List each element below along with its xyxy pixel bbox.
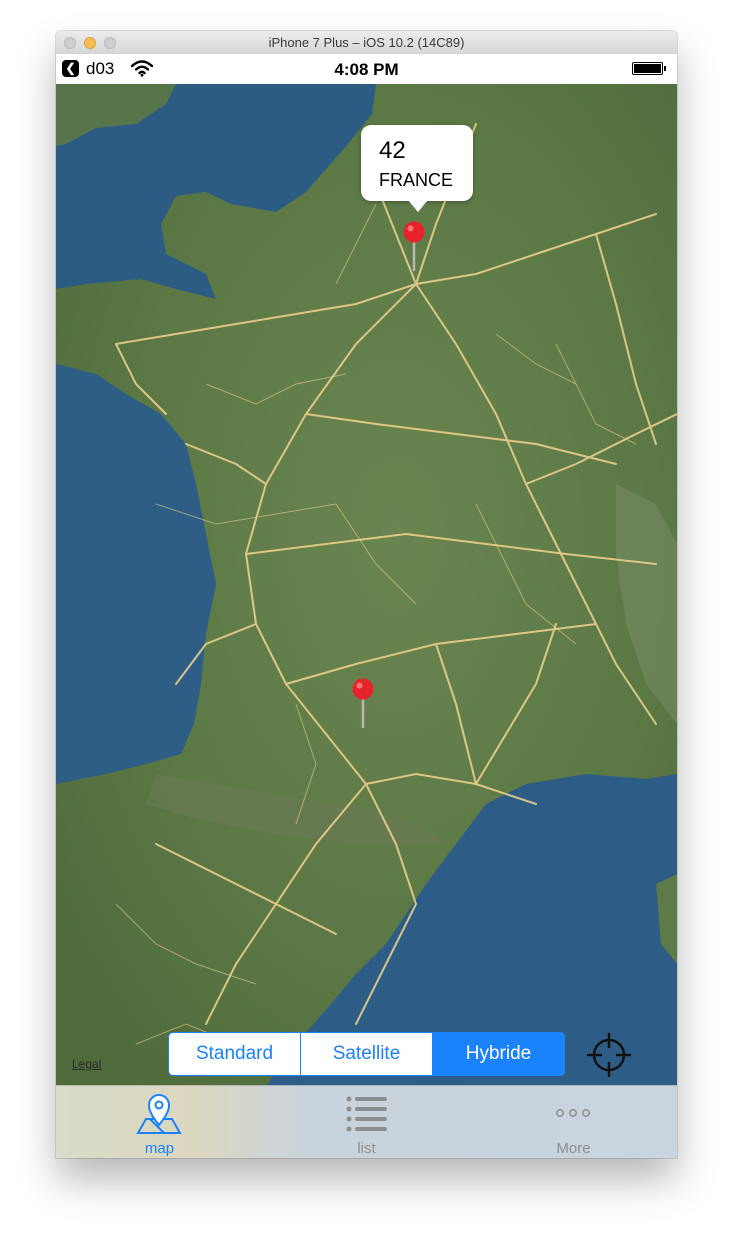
tab-map[interactable]: map <box>56 1086 263 1158</box>
segment-standard[interactable]: Standard <box>169 1033 301 1075</box>
tab-label-more: More <box>556 1140 591 1157</box>
status-bar: ❮ d03 4:08 PM <box>56 54 677 84</box>
more-icon <box>556 1109 590 1117</box>
tab-bar: map list More <box>56 1085 677 1158</box>
segment-satellite[interactable]: Satellite <box>301 1033 433 1075</box>
map-pin-toulouse[interactable] <box>351 678 375 730</box>
map-type-segmented-control: Standard Satellite Hybride <box>168 1032 565 1076</box>
tab-label-list: list <box>357 1140 376 1157</box>
window-titlebar: iPhone 7 Plus – iOS 10.2 (14C89) <box>56 31 677 55</box>
map-pin-icon <box>136 1094 182 1134</box>
satellite-map-image <box>56 84 677 1086</box>
callout-subtitle: FRANCE <box>379 170 454 190</box>
crosshair-icon[interactable] <box>584 1030 634 1080</box>
callout-title: 42 <box>379 137 406 164</box>
segment-hybride[interactable]: Hybride <box>433 1033 564 1075</box>
status-clock: 4:08 PM <box>334 60 399 79</box>
map-pin-paris[interactable] <box>402 221 426 273</box>
list-icon <box>346 1096 387 1132</box>
map-view[interactable]: 42 FRANCE Legal Standard Satellite Hybri… <box>56 84 677 1086</box>
window-title: iPhone 7 Plus – iOS 10.2 (14C89) <box>268 35 465 50</box>
tab-label-map: map <box>144 1140 175 1157</box>
battery-icon <box>632 62 666 75</box>
simulator-window: iPhone 7 Plus – iOS 10.2 (14C89) ❮ d03 4… <box>56 31 677 1158</box>
annotation-callout[interactable]: 42 FRANCE <box>361 125 473 212</box>
tab-list[interactable]: list <box>263 1086 470 1158</box>
legal-link[interactable]: Legal <box>72 1057 101 1071</box>
tab-more[interactable]: More <box>470 1086 677 1158</box>
